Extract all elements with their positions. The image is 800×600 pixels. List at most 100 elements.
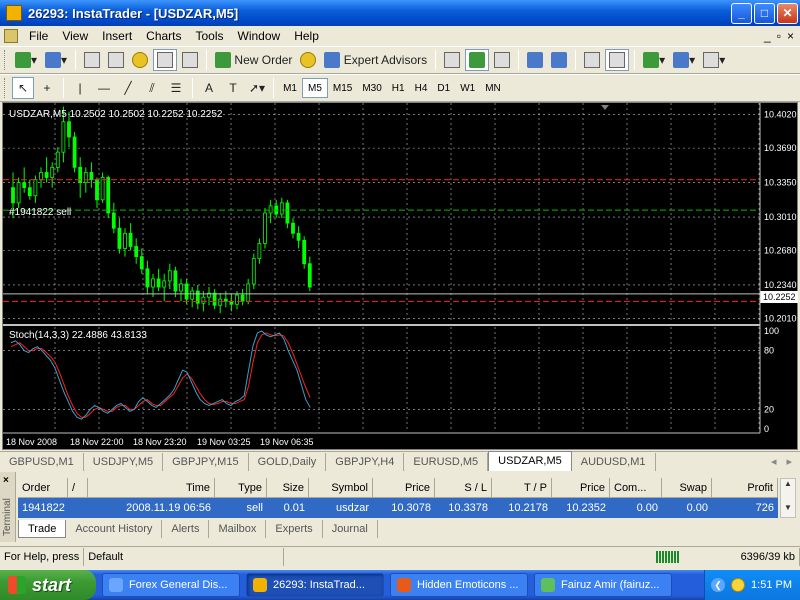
close-button[interactable]: ✕: [777, 2, 798, 24]
col-order[interactable]: Order: [18, 478, 68, 497]
terminal-button[interactable]: [153, 49, 178, 71]
tab-scroll-right-icon[interactable]: ▸: [786, 453, 792, 471]
menu-help[interactable]: Help: [287, 29, 326, 43]
price-chart[interactable]: USDZAR,M5 10.2502 10.2502 10.2252 10.225…: [3, 103, 799, 451]
candlesticks-button[interactable]: [465, 49, 490, 71]
chart-tab-gbpjpy-h4[interactable]: GBPJPY,H4: [326, 453, 405, 471]
navigator-button[interactable]: [129, 49, 151, 71]
trendline-button[interactable]: ╱: [117, 77, 139, 99]
crosshair-button[interactable]: +: [36, 77, 58, 99]
data-window-button[interactable]: [105, 49, 127, 71]
messenger-tray-icon[interactable]: [731, 578, 746, 592]
task-fairuz-amir[interactable]: Fairuz Amir (fairuz...: [534, 573, 672, 597]
col-type[interactable]: Type: [215, 478, 267, 497]
new-chart-button[interactable]: ▾: [12, 49, 40, 71]
tab-alerts[interactable]: Alerts: [162, 520, 210, 538]
toolbar-grip[interactable]: [4, 50, 7, 70]
col-size[interactable]: Size: [267, 478, 309, 497]
scroll-down-icon[interactable]: ▼: [781, 503, 795, 517]
chart-tab-gold-daily[interactable]: GOLD,Daily: [249, 453, 327, 471]
tab-account-history[interactable]: Account History: [66, 520, 163, 538]
timeframe-w1[interactable]: W1: [455, 78, 480, 98]
timeframe-m1[interactable]: M1: [278, 78, 302, 98]
maximize-button[interactable]: □: [754, 2, 775, 24]
tab-trade[interactable]: Trade: [18, 520, 67, 538]
chart-tab-eurusd-m5[interactable]: EURUSD,M5: [404, 453, 489, 471]
chart-tab-usdjpy-m5[interactable]: USDJPY,M5: [84, 453, 164, 471]
chart-tab-gbpjpy-m15[interactable]: GBPJPY,M15: [163, 453, 249, 471]
tab-scroll-left-icon[interactable]: ◂: [771, 453, 777, 471]
task-hidden-emoticons[interactable]: Hidden Emoticons ...: [390, 573, 528, 597]
horizontal-line-button[interactable]: —: [93, 77, 115, 99]
expert-advisors-button[interactable]: Expert Advisors: [321, 49, 430, 71]
timeframe-m5[interactable]: M5: [301, 78, 328, 98]
timeframe-h1[interactable]: H1: [387, 78, 410, 98]
strategy-tester-button[interactable]: [179, 49, 201, 71]
new-order-button[interactable]: New Order: [212, 49, 295, 71]
zoom-in-button[interactable]: [524, 49, 546, 71]
bar-chart-button[interactable]: [441, 49, 463, 71]
zoom-out-button[interactable]: [548, 49, 570, 71]
arrows-button[interactable]: ➚▾: [246, 77, 268, 99]
col-sl[interactable]: S / L: [435, 478, 492, 497]
menu-window[interactable]: Window: [231, 29, 288, 43]
chart-tab-gbpusd-m1[interactable]: GBPUSD,M1: [0, 453, 84, 471]
col-symbol[interactable]: Symbol: [309, 478, 373, 497]
tab-journal[interactable]: Journal: [323, 520, 378, 538]
metaeditor-button[interactable]: [297, 49, 319, 71]
vertical-line-button[interactable]: |: [69, 77, 91, 99]
col-commission[interactable]: Com...: [610, 478, 662, 497]
col-price[interactable]: Price: [373, 478, 435, 497]
toolbar-grip[interactable]: [4, 78, 7, 98]
col-time[interactable]: Time: [88, 478, 215, 497]
col-current-price[interactable]: Price: [552, 478, 610, 497]
col-profit[interactable]: Profit: [712, 478, 778, 497]
chart-shift-button[interactable]: [605, 49, 630, 71]
line-chart-button[interactable]: [491, 49, 513, 71]
col-swap[interactable]: Swap: [662, 478, 712, 497]
chart-window-icon[interactable]: [4, 29, 18, 43]
chart-tab-usdzar-m5[interactable]: USDZAR,M5: [488, 451, 572, 471]
autoscroll-button[interactable]: [581, 49, 603, 71]
tab-mailbox[interactable]: Mailbox: [209, 520, 267, 538]
timeframe-h4[interactable]: H4: [410, 78, 433, 98]
timeframe-d1[interactable]: D1: [432, 78, 455, 98]
text-label-button[interactable]: T: [222, 77, 244, 99]
menu-charts[interactable]: Charts: [139, 29, 188, 43]
menu-tools[interactable]: Tools: [189, 29, 231, 43]
timeframe-m30[interactable]: M30: [357, 78, 386, 98]
menu-insert[interactable]: Insert: [95, 29, 139, 43]
task-instatrader[interactable]: 26293: InstaTrad...: [246, 573, 384, 597]
mdi-minimize-button[interactable]: _: [764, 29, 771, 43]
tab-experts[interactable]: Experts: [266, 520, 323, 538]
mdi-close-button[interactable]: ×: [787, 29, 794, 43]
chart-shift-marker[interactable]: [601, 105, 609, 110]
indicators-button[interactable]: ▾: [640, 49, 668, 71]
menu-file[interactable]: File: [22, 29, 55, 43]
scroll-up-icon[interactable]: ▲: [781, 479, 795, 493]
title-bar[interactable]: 26293: InstaTrader - [USDZAR,M5] _ □ ✕: [0, 0, 800, 26]
timeframe-mn[interactable]: MN: [480, 78, 506, 98]
equidistant-channel-button[interactable]: ⫽: [141, 77, 163, 99]
chart-window[interactable]: USDZAR,M5 10.2502 10.2502 10.2252 10.225…: [2, 102, 798, 450]
text-button[interactable]: A: [198, 77, 220, 99]
market-watch-button[interactable]: [81, 49, 103, 71]
chart-tab-audusd-m1[interactable]: AUDUSD,M1: [572, 453, 656, 471]
cursor-button[interactable]: ↖: [12, 77, 34, 99]
minimize-button[interactable]: _: [731, 2, 752, 24]
col-tp[interactable]: T / P: [492, 478, 552, 497]
start-button[interactable]: start: [0, 570, 96, 600]
task-forex-forum[interactable]: Forex General Dis...: [102, 573, 240, 597]
close-terminal-icon[interactable]: ×: [3, 475, 9, 486]
col-sort[interactable]: /: [68, 478, 88, 497]
timeframe-m15[interactable]: M15: [328, 78, 357, 98]
profiles-button[interactable]: ▾: [42, 49, 70, 71]
show-hidden-icons-icon[interactable]: ❮: [711, 578, 726, 592]
table-row[interactable]: 1941822 2008.11.19 06:56 sell 0.01 usdza…: [18, 498, 778, 518]
periods-button[interactable]: ▾: [670, 49, 698, 71]
menu-view[interactable]: View: [55, 29, 95, 43]
fibonacci-button[interactable]: ☰: [165, 77, 187, 99]
templates-button[interactable]: ▾: [700, 49, 728, 71]
terminal-scrollbar[interactable]: ▲ ▼: [780, 478, 796, 518]
mdi-restore-button[interactable]: ▫: [777, 29, 781, 43]
